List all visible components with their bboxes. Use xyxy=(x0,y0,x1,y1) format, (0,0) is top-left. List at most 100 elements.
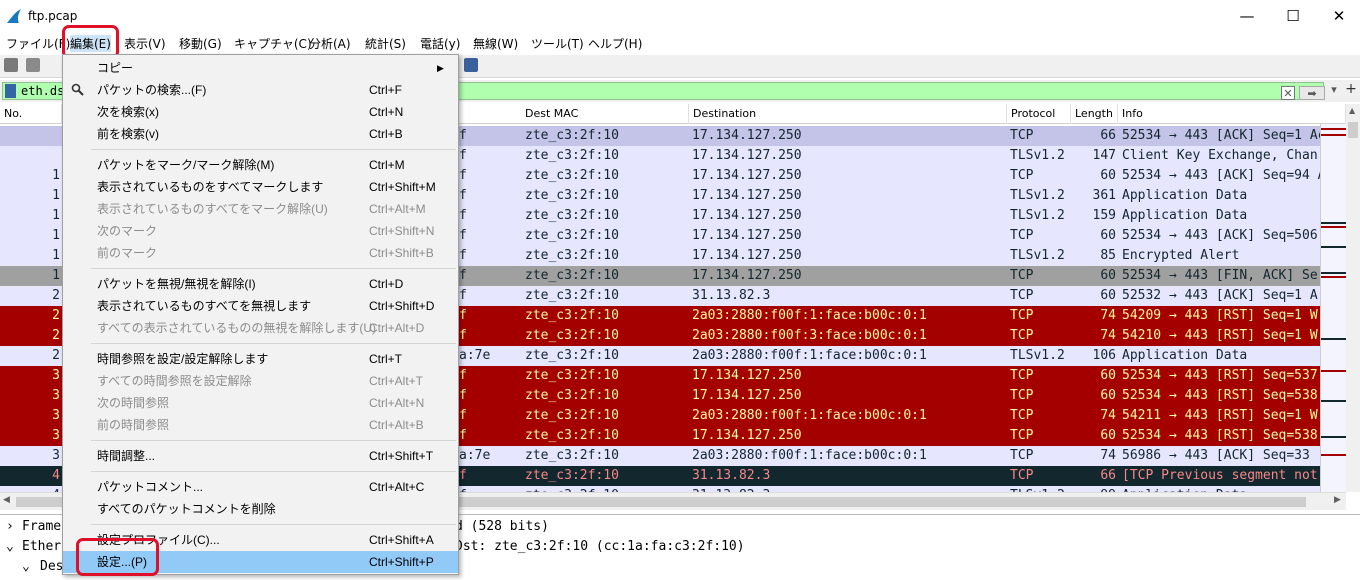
edit-menu-shortcut: Ctrl+T xyxy=(369,352,402,366)
stop-capture-icon[interactable] xyxy=(26,58,40,72)
edit-menu-item-20[interactable]: 時間調整... Ctrl+Shift+T xyxy=(63,445,458,467)
menu-bar: ファイル(F) 編集(E) 表示(V) 移動(G) キャプチャ(C) 分析(A) 統計(S)… xyxy=(0,32,1360,53)
packet-dest-mac: zte_c3:2f:10 xyxy=(525,208,619,223)
edit-menu-item-5[interactable]: パケットをマーク/マーク解除(M) Ctrl+M xyxy=(63,154,458,176)
menu-3[interactable]: 移動(G) xyxy=(179,35,222,52)
packet-source-tail: f xyxy=(459,268,467,283)
edit-menu-shortcut: Ctrl+Shift+N xyxy=(369,224,435,238)
collapse-arrow-icon[interactable]: ⌄ xyxy=(22,557,30,577)
edit-menu-item-11[interactable]: パケットを無視/無視を解除(I) Ctrl+D xyxy=(63,273,458,295)
edit-menu-label: パケットコメント... xyxy=(97,480,204,494)
packet-protocol: TLSv1.2 xyxy=(1010,248,1065,263)
packet-dest-mac: zte_c3:2f:10 xyxy=(525,228,619,243)
menu-2[interactable]: 表示(V) xyxy=(124,35,166,52)
packet-dest-mac: zte_c3:2f:10 xyxy=(525,248,619,263)
packet-no: 2 xyxy=(52,328,60,343)
packet-info: 52534 → 443 [ACK] Seq=94 A xyxy=(1122,168,1320,183)
minimap-mark xyxy=(1321,400,1347,402)
packet-length: 60 xyxy=(1100,288,1116,303)
packet-source-tail: f xyxy=(459,148,467,163)
minimize-button[interactable]: — xyxy=(1224,0,1270,32)
edit-menu-shortcut: Ctrl+Alt+B xyxy=(369,418,424,432)
filter-history-dropdown[interactable]: ▾ xyxy=(1328,83,1340,97)
edit-menu-item-18: 前の時間参照 Ctrl+Alt+B xyxy=(63,414,458,436)
edit-menu-label: 時間参照を設定/設定解除します xyxy=(97,352,269,366)
expand-arrow-icon[interactable]: › xyxy=(6,517,14,537)
add-filter-button[interactable]: + xyxy=(1344,82,1358,97)
column-header-1[interactable]: Dest MAC xyxy=(521,104,689,124)
details-ethernet-dst: Dst: zte_c3:2f:10 (cc:1a:fa:c3:2f:10) xyxy=(455,539,745,554)
column-header-2[interactable]: Destination xyxy=(689,104,1007,124)
edit-menu-item-6[interactable]: 表示されているものをすべてマークします Ctrl+Shift+M xyxy=(63,176,458,198)
edit-menu-item-8: 次のマーク Ctrl+Shift+N xyxy=(63,220,458,242)
edit-menu-label: 表示されているものすべてを無視します xyxy=(97,299,312,313)
packet-no: 1 xyxy=(52,208,60,223)
packet-source-tail: f xyxy=(459,468,467,483)
menu-6[interactable]: 統計(S) xyxy=(365,35,406,52)
clear-filter-button[interactable]: ✕ xyxy=(1281,86,1295,100)
packet-length: 60 xyxy=(1100,388,1116,403)
scroll-right-arrow-icon[interactable]: ▶ xyxy=(1334,495,1341,505)
packet-protocol: TCP xyxy=(1010,428,1034,443)
edit-menu-shortcut: Ctrl+Shift+B xyxy=(369,246,434,260)
packet-destination: 17.134.127.250 xyxy=(692,208,802,223)
edit-menu-item-2[interactable]: 次を検索(x) Ctrl+N xyxy=(63,101,458,123)
edit-menu-item-9: 前のマーク Ctrl+Shift+B xyxy=(63,242,458,264)
edit-menu-label: すべてのパケットコメントを削除 xyxy=(97,502,276,516)
packet-source-tail: f xyxy=(459,368,467,383)
edit-menu-label: 前の時間参照 xyxy=(97,418,170,432)
edit-menu-shortcut: Ctrl+Alt+N xyxy=(369,396,425,410)
maximize-button[interactable]: ☐ xyxy=(1270,0,1316,32)
shark-fin-start-icon[interactable] xyxy=(4,58,18,72)
column-header-4[interactable]: Length xyxy=(1071,104,1118,124)
packet-dest-mac: zte_c3:2f:10 xyxy=(525,368,619,383)
edit-menu-item-17: 次の時間参照 Ctrl+Alt+N xyxy=(63,392,458,414)
packet-dest-mac: zte_c3:2f:10 xyxy=(525,428,619,443)
menu-separator xyxy=(91,268,456,269)
edit-menu-item-3[interactable]: 前を検索(v) Ctrl+B xyxy=(63,123,458,145)
edit-menu-item-22[interactable]: パケットコメント... Ctrl+Alt+C xyxy=(63,476,458,498)
column-header-0[interactable]: No. xyxy=(0,104,62,124)
details-frame-label: Frame xyxy=(22,519,62,534)
packet-list-vertical-scrollbar[interactable]: ▲ xyxy=(1346,104,1360,492)
edit-menu-label: 次の時間参照 xyxy=(97,396,170,410)
packet-info: Application Data xyxy=(1122,188,1248,203)
minimap-mark xyxy=(1321,134,1347,136)
edit-menu-shortcut: Ctrl+Alt+T xyxy=(369,374,424,388)
edit-menu-item-15[interactable]: 時間参照を設定/設定解除します Ctrl+T xyxy=(63,348,458,370)
packet-protocol: TCP xyxy=(1010,168,1034,183)
menu-7[interactable]: 電話(y) xyxy=(420,35,460,52)
edit-menu-item-12[interactable]: 表示されているものすべてを無視します Ctrl+Shift+D xyxy=(63,295,458,317)
edit-menu-shortcut: Ctrl+Shift+T xyxy=(369,449,434,463)
packet-destination: 17.134.127.250 xyxy=(692,148,802,163)
edit-menu-item-23[interactable]: すべてのパケットコメントを削除 xyxy=(63,498,458,520)
packet-source-tail: f xyxy=(459,288,467,303)
menu-9[interactable]: ツール(T) xyxy=(531,35,584,52)
edit-menu-item-0[interactable]: コピー ▶ xyxy=(63,57,458,79)
menu-8[interactable]: 無線(W) xyxy=(473,35,518,52)
column-header-5[interactable]: Info xyxy=(1118,104,1346,124)
packet-protocol: TCP xyxy=(1010,468,1034,483)
minimap-mark xyxy=(1321,222,1347,224)
column-header-3[interactable]: Protocol xyxy=(1007,104,1071,124)
minimap-mark xyxy=(1321,246,1347,248)
bookmark-icon[interactable] xyxy=(5,84,16,98)
scroll-left-arrow-icon[interactable]: ◀ xyxy=(3,495,10,505)
scroll-thumb[interactable] xyxy=(1348,122,1358,138)
close-button[interactable]: ✕ xyxy=(1316,0,1360,32)
apply-filter-button[interactable]: ➡ xyxy=(1299,86,1325,100)
scroll-up-arrow-icon[interactable]: ▲ xyxy=(1349,106,1355,115)
packet-protocol: TCP xyxy=(1010,308,1034,323)
packet-dest-mac: zte_c3:2f:10 xyxy=(525,268,619,283)
collapse-arrow-icon[interactable]: ⌄ xyxy=(6,537,14,557)
menu-0[interactable]: ファイル(F) xyxy=(6,35,70,52)
packet-length: 60 xyxy=(1100,268,1116,283)
menu-4[interactable]: キャプチャ(C) xyxy=(234,35,312,52)
window-title: ftp.pcap xyxy=(28,9,78,23)
packet-list-minimap[interactable] xyxy=(1320,124,1347,492)
menu-10[interactable]: ヘルプ(H) xyxy=(588,35,642,52)
packet-info: Application Data xyxy=(1122,348,1248,363)
menu-5[interactable]: 分析(A) xyxy=(309,35,351,52)
resize-columns-icon[interactable] xyxy=(464,58,478,72)
edit-menu-item-1[interactable]: パケットの検索...(F) Ctrl+F xyxy=(63,79,458,101)
